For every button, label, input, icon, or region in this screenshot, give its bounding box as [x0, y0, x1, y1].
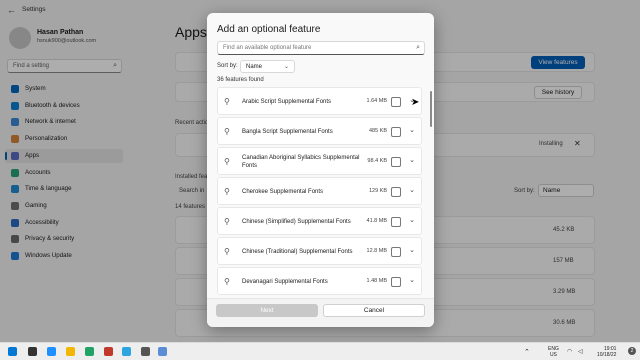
- feature-icon: ⚲: [224, 187, 230, 196]
- chevron-down-icon[interactable]: ⌄: [409, 216, 415, 224]
- feature-name: Canadian Aboriginal Syllabics Supplement…: [242, 155, 360, 169]
- feature-row[interactable]: ⚲ Chinese (Traditional) Supplemental Font…: [217, 237, 422, 265]
- search-icon[interactable]: [28, 347, 37, 356]
- feature-icon: ⚲: [224, 217, 230, 226]
- feature-list[interactable]: ⚲ Arabic Script Supplemental Fonts 1.64 MB…: [217, 87, 427, 297]
- sort-label: Sort by:: [217, 63, 238, 69]
- feature-checkbox[interactable]: [391, 217, 401, 227]
- feature-size: 12.8 MB: [366, 248, 387, 254]
- features-count: 36 features found: [217, 77, 264, 83]
- feature-row[interactable]: ⚲ Canadian Aboriginal Syllabics Supplemen…: [217, 147, 422, 175]
- clock[interactable]: 19:01 10/18/22: [597, 346, 616, 358]
- feature-checkbox[interactable]: [391, 97, 401, 107]
- chevron-down-icon[interactable]: ⌄: [409, 186, 415, 194]
- feature-row[interactable]: ⚲ Arabic Script Supplemental Fonts 1.64 MB…: [217, 87, 422, 115]
- feature-name: Devanagari Supplemental Fonts: [242, 279, 328, 285]
- search-icon: ⌕: [416, 44, 420, 51]
- sheets-icon[interactable]: [85, 347, 94, 356]
- feature-size: 1.64 MB: [366, 98, 387, 104]
- wifi-icon[interactable]: ◠: [567, 348, 572, 355]
- add-optional-feature-dialog: Add an optional feature Find an availabl…: [207, 13, 434, 327]
- notification-badge[interactable]: 2: [628, 347, 636, 355]
- chevron-down-icon[interactable]: ⌄: [409, 156, 415, 164]
- file-explorer-icon[interactable]: [66, 347, 75, 356]
- feature-size: 129 KB: [368, 188, 387, 194]
- clock-date: 10/18/22: [597, 352, 617, 358]
- telegram-icon[interactable]: [122, 347, 131, 356]
- chevron-up-icon[interactable]: ⌃: [524, 348, 530, 356]
- speaker-icon[interactable]: ◁: [578, 348, 583, 355]
- feature-name: Arabic Script Supplemental Fonts: [242, 99, 332, 105]
- feature-size: 98.4 KB: [367, 158, 387, 164]
- chevron-down-icon[interactable]: ⌄: [409, 276, 415, 284]
- feature-icon: ⚲: [224, 157, 230, 166]
- edge-icon[interactable]: [47, 347, 56, 356]
- mouse-cursor-icon: ➤: [411, 97, 420, 108]
- feature-checkbox[interactable]: [391, 157, 401, 167]
- feature-icon: ⚲: [224, 97, 230, 106]
- app-icon[interactable]: [141, 347, 150, 356]
- app-icon[interactable]: [104, 347, 113, 356]
- feature-row[interactable]: ⚲ Bangla Script Supplemental Fonts 485 KB ⌄: [217, 117, 422, 145]
- language-indicator[interactable]: ENG US: [548, 346, 559, 358]
- feature-checkbox[interactable]: [391, 247, 401, 257]
- taskbar: ⌃ ENG US ◠ ◁ 19:01 10/18/22 2: [0, 342, 640, 360]
- settings-gear-icon[interactable]: [158, 347, 167, 356]
- start-icon[interactable]: [8, 347, 17, 356]
- feature-checkbox[interactable]: [391, 277, 401, 287]
- sort-value: Name: [246, 64, 263, 70]
- feature-icon: ⚲: [224, 127, 230, 136]
- feature-name: Chinese (Traditional) Supplemental Fonts: [242, 249, 353, 255]
- dialog-title: Add an optional feature: [217, 24, 321, 35]
- feature-size: 485 KB: [368, 128, 387, 134]
- cancel-button[interactable]: Cancel: [323, 304, 425, 317]
- next-button[interactable]: Next: [216, 304, 318, 317]
- feature-search-placeholder: Find an available optional feature: [223, 45, 312, 51]
- feature-row[interactable]: ⚲ Chinese (Simplified) Supplemental Fonts…: [217, 207, 422, 235]
- scrollbar[interactable]: [430, 91, 432, 127]
- sort-select[interactable]: Name ⌄: [240, 60, 295, 73]
- chevron-down-icon: ⌄: [283, 64, 289, 70]
- feature-search-input[interactable]: Find an available optional feature ⌕: [217, 41, 425, 55]
- feature-size: 41.8 MB: [366, 218, 387, 224]
- chevron-down-icon[interactable]: ⌄: [409, 126, 415, 134]
- feature-name: Chinese (Simplified) Supplemental Fonts: [242, 219, 351, 225]
- feature-row[interactable]: ⚲ Cherokee Supplemental Fonts 129 KB ⌄: [217, 177, 422, 205]
- feature-name: Cherokee Supplemental Fonts: [242, 189, 324, 195]
- feature-icon: ⚲: [224, 277, 230, 286]
- feature-name: Bangla Script Supplemental Fonts: [242, 129, 333, 135]
- region-code: US: [549, 352, 557, 358]
- feature-size: 1.48 MB: [366, 278, 387, 284]
- feature-checkbox[interactable]: [391, 187, 401, 197]
- feature-icon: ⚲: [224, 247, 230, 256]
- feature-row[interactable]: ⚲ Devanagari Supplemental Fonts 1.48 MB ⌄: [217, 267, 422, 295]
- feature-checkbox[interactable]: [391, 127, 401, 137]
- chevron-down-icon[interactable]: ⌄: [409, 246, 415, 254]
